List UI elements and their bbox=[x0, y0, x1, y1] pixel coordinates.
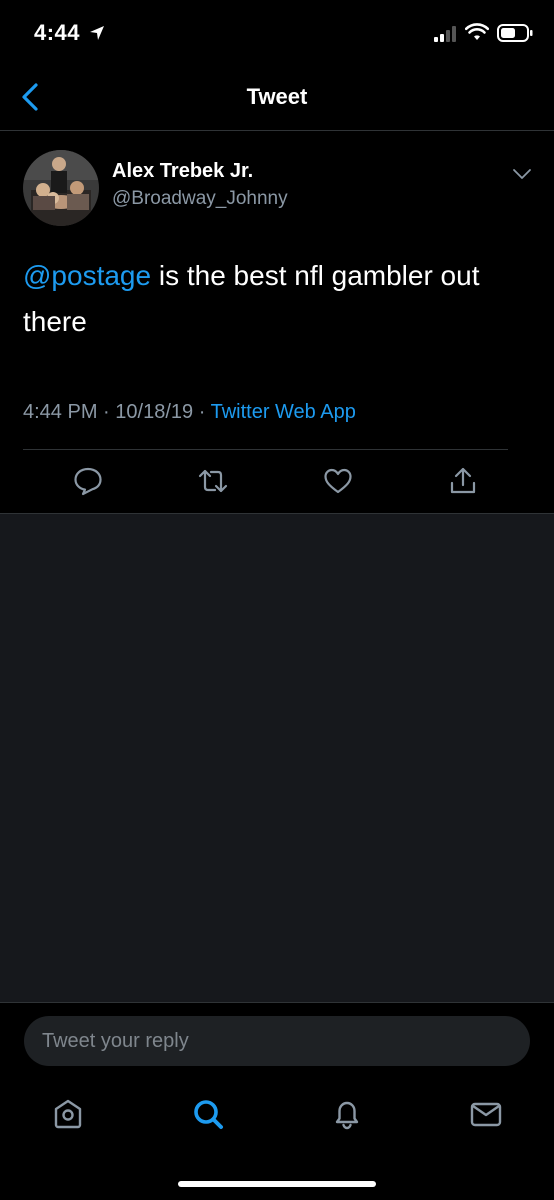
avatar-photo bbox=[23, 150, 99, 226]
reply-bar bbox=[0, 1002, 554, 1083]
tweet-actions bbox=[0, 461, 554, 501]
page-title: Tweet bbox=[246, 84, 308, 109]
replies-area bbox=[0, 514, 554, 1002]
chevron-down-icon[interactable] bbox=[512, 167, 532, 181]
home-indicator bbox=[178, 1181, 376, 1187]
tweet-time: 4:44 PM bbox=[23, 401, 98, 423]
notifications-icon[interactable] bbox=[329, 1096, 365, 1132]
divider bbox=[23, 449, 508, 450]
home-icon[interactable] bbox=[50, 1096, 86, 1132]
tweet-detail-screen: 4:44 Tweet Alex Trebek Jr. @Broadway_Joh… bbox=[0, 0, 554, 1200]
author-handle[interactable]: @Broadway_Johnny bbox=[112, 188, 288, 210]
wifi-icon bbox=[465, 23, 489, 40]
tweet-text: @postage is the best nfl gambler out the… bbox=[23, 253, 533, 345]
status-time: 4:44 bbox=[34, 20, 81, 45]
tweet-card: Alex Trebek Jr. @Broadway_Johnny @postag… bbox=[0, 131, 554, 514]
tweet-source-link[interactable]: Twitter Web App bbox=[211, 401, 356, 423]
meta-separator: · bbox=[198, 401, 206, 423]
battery-icon bbox=[497, 24, 533, 42]
meta-separator: · bbox=[103, 401, 110, 423]
navigation-bar: Tweet bbox=[0, 66, 554, 131]
author-display-name[interactable]: Alex Trebek Jr. bbox=[112, 160, 253, 183]
mention-link[interactable]: @postage bbox=[23, 260, 151, 291]
tweet-metadata: 4:44 PM · 10/18/19 · Twitter Web App bbox=[23, 401, 356, 424]
reply-icon[interactable] bbox=[72, 465, 104, 497]
share-icon[interactable] bbox=[447, 465, 479, 497]
avatar[interactable] bbox=[23, 150, 99, 226]
messages-icon[interactable] bbox=[468, 1096, 504, 1132]
tab-bar bbox=[0, 1082, 554, 1200]
retweet-icon[interactable] bbox=[197, 465, 229, 497]
location-arrow-icon bbox=[90, 26, 104, 40]
reply-input[interactable] bbox=[24, 1016, 530, 1066]
status-bar: 4:44 bbox=[0, 0, 554, 66]
cellular-signal-icon bbox=[434, 26, 456, 42]
tweet-date: 10/18/19 bbox=[115, 401, 194, 423]
like-icon[interactable] bbox=[322, 465, 354, 497]
search-icon[interactable] bbox=[190, 1096, 226, 1132]
